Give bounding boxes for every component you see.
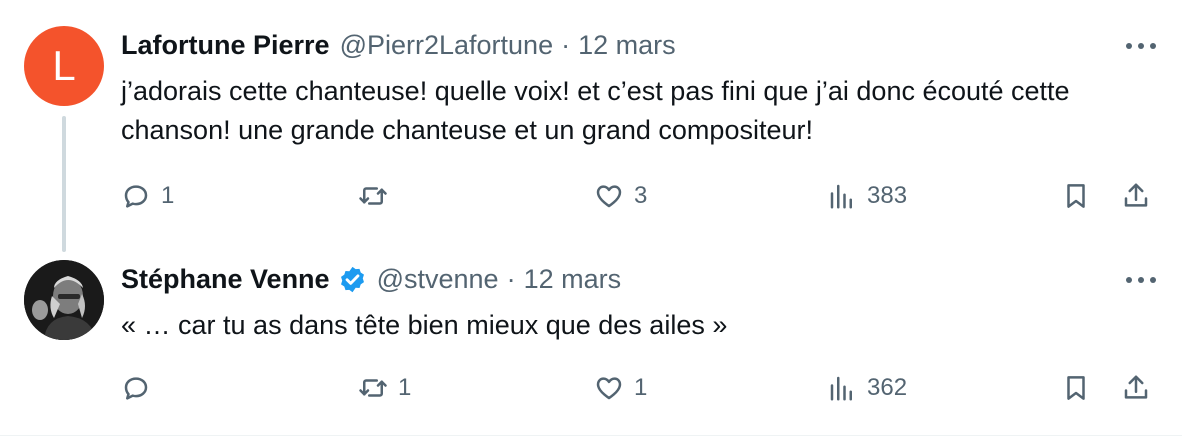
share-icon <box>1124 183 1148 207</box>
tweet-header: Lafortune Pierre @Pierr2Lafortune · 12 m… <box>121 30 676 61</box>
repost-button[interactable] <box>358 176 398 216</box>
avatar[interactable]: L <box>24 26 104 106</box>
tweet-text: « … car tu as dans tête bien mieux que d… <box>121 310 728 340</box>
repost-button[interactable]: 1 <box>358 368 411 408</box>
repost-icon <box>359 187 387 205</box>
tweet-text: j’adorais cette chanteuse! quelle voix! … <box>121 76 1070 145</box>
author-tweet: Stéphane Venne @stvenne · 12 mars « … ca… <box>0 250 1182 436</box>
views-count: 362 <box>867 374 908 401</box>
heart-icon <box>596 377 622 400</box>
user-handle[interactable]: @Pierr2Lafortune <box>340 30 554 61</box>
action-bar: 1 1 362 <box>121 368 1158 408</box>
like-count: 1 <box>634 374 648 401</box>
reply-tweet: L Lafortune Pierre @Pierr2Lafortune · 12… <box>0 0 1182 250</box>
bookmark-button[interactable] <box>1061 368 1091 408</box>
views-icon <box>830 376 852 401</box>
divider <box>0 435 1182 436</box>
heart-icon <box>596 185 622 208</box>
tweet-date[interactable]: 12 mars <box>578 30 676 61</box>
share-icon <box>1124 375 1148 399</box>
bookmark-icon <box>1067 184 1085 208</box>
reply-icon <box>124 377 148 400</box>
tweet-date[interactable]: 12 mars <box>524 264 622 295</box>
like-button[interactable]: 3 <box>594 176 647 216</box>
verified-badge-icon <box>340 266 364 293</box>
bookmark-button[interactable] <box>1061 176 1091 216</box>
user-handle[interactable]: @stvenne <box>377 264 499 295</box>
avatar-letter: L <box>52 42 76 89</box>
repost-icon <box>359 379 387 397</box>
views-button[interactable]: 383 <box>827 176 907 216</box>
like-count: 3 <box>634 182 648 209</box>
profile-photo <box>24 260 104 340</box>
action-bar: 1 3 383 <box>121 176 1158 216</box>
reply-button[interactable]: 1 <box>121 176 174 216</box>
avatar[interactable] <box>24 260 104 340</box>
separator-dot: · <box>561 30 571 60</box>
reply-button[interactable] <box>121 368 161 408</box>
views-icon <box>830 184 852 209</box>
tweet-header: Stéphane Venne @stvenne · 12 mars <box>121 264 621 295</box>
share-button[interactable] <box>1121 368 1151 408</box>
display-name[interactable]: Stéphane Venne <box>121 264 330 295</box>
bookmark-icon <box>1067 376 1085 400</box>
reply-count: 1 <box>161 182 175 209</box>
views-count: 383 <box>867 182 908 209</box>
more-options-icon[interactable] <box>1126 277 1156 285</box>
views-button[interactable]: 362 <box>827 368 907 408</box>
share-button[interactable] <box>1121 176 1151 216</box>
like-button[interactable]: 1 <box>594 368 647 408</box>
display-name[interactable]: Lafortune Pierre <box>121 30 330 61</box>
reply-icon <box>124 185 148 208</box>
separator-dot: · <box>506 264 516 294</box>
repost-count: 1 <box>398 374 412 401</box>
more-options-icon[interactable] <box>1126 43 1156 51</box>
